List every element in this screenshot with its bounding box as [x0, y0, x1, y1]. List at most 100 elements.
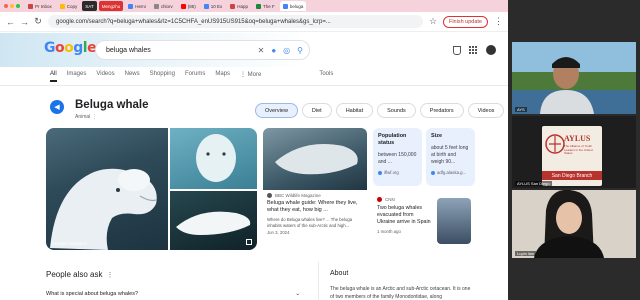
search-icon[interactable]: ⚲ [297, 46, 303, 55]
tab-videos[interactable]: Videos [96, 71, 114, 82]
star-icon[interactable]: ☆ [429, 16, 437, 27]
forward-icon[interactable]: → [20, 17, 29, 27]
more-options-icon[interactable]: ⋮ [106, 272, 113, 279]
browser-tab-active[interactable]: beluga [279, 1, 307, 11]
grid-dot [472, 52, 474, 55]
reload-icon[interactable]: ↻ [34, 16, 42, 27]
browser-tab[interactable]: 10 Ex [201, 1, 226, 11]
chip-sounds[interactable]: Sounds [377, 103, 416, 118]
address-bar-row: ← → ↻ google.com/search?q=beluga+whales&… [0, 12, 508, 32]
participant-video [512, 190, 636, 258]
source-favicon-icon [378, 170, 382, 175]
people-also-ask-heading: People also ask ⋮ [46, 270, 114, 279]
beluga-illustration [50, 168, 157, 250]
cnn-favicon-icon [377, 197, 382, 202]
bbc-snippet: Where do Beluga whales live? ... The bel… [267, 216, 353, 228]
bbc-result-card[interactable]: BBC Wildlife Magazine Beluga whale guide… [263, 128, 367, 250]
back-icon[interactable]: ← [6, 17, 15, 27]
column-divider [318, 262, 319, 300]
population-card[interactable]: Population status between 150,000 and ..… [373, 128, 422, 186]
search-input[interactable]: beluga whales [106, 47, 258, 54]
tab-favicon-icon [128, 3, 134, 9]
tab-all[interactable]: All [50, 71, 57, 82]
minimize-window-icon[interactable] [10, 4, 14, 8]
url-field[interactable]: google.com/search?q=beluga+whales&rlz=1C… [48, 15, 423, 28]
size-card[interactable]: Size about 5 feet long at birth and weig… [426, 128, 475, 186]
tab-favicon-icon [59, 3, 65, 9]
video-call-panel: AYS AYLUS The Alliance of Youth Leaders … [508, 0, 640, 300]
more-options-icon[interactable]: ⋮ [92, 114, 97, 120]
tab-favicon-icon [180, 3, 186, 9]
tab-news[interactable]: News [125, 71, 140, 82]
aylus-title: AYLUS [564, 134, 591, 143]
chip-predators[interactable]: Predators [419, 103, 464, 118]
grid-dot [469, 52, 471, 55]
aylus-subtitle: The Alliance of Youth Leaders in the Uni… [564, 144, 593, 156]
browser-tab[interactable]: Hemi [125, 1, 149, 11]
nav-divider [0, 85, 508, 86]
chip-habitat[interactable]: Habitat [335, 103, 374, 118]
paa-question[interactable]: What is special about beluga whales? ⌄ [46, 291, 300, 297]
participant-tile-3[interactable]: Lupin lian [512, 190, 636, 258]
browser-tab[interactable]: SAT [82, 1, 97, 11]
browser-window: Pr Inbox Copy SAT Mengzhu Hemi chlorv (8… [0, 0, 508, 300]
tab-maps[interactable]: Maps [215, 71, 230, 82]
beluga-image-3[interactable] [170, 191, 257, 250]
search-box[interactable]: beluga whales ✕ ● ◎ ⚲ [95, 40, 310, 60]
zoom-window-icon[interactable] [16, 4, 20, 8]
mic-icon[interactable]: ● [271, 46, 276, 55]
participant-name: AYS [515, 107, 527, 112]
browser-tab[interactable]: Pr Inbox [25, 1, 55, 11]
browser-tab[interactable]: Mengzhu [98, 1, 124, 11]
chip-videos[interactable]: Videos [467, 103, 505, 118]
apps-grid-icon[interactable] [469, 45, 478, 55]
aylus-logo: AYLUS The Alliance of Youth Leaders in t… [542, 126, 602, 186]
grid-dot [475, 48, 477, 51]
tab-forums[interactable]: Forums [185, 71, 205, 82]
account-area [453, 45, 496, 55]
tab-favicon-icon [282, 3, 288, 9]
aylus-branch: San Diego Branch [542, 171, 602, 180]
size-title: Size [431, 133, 443, 139]
browser-tab[interactable]: The F [253, 1, 278, 11]
search-actions: ✕ ● ◎ ⚲ [258, 46, 303, 55]
expand-icon[interactable] [246, 239, 252, 245]
lens-icon[interactable]: ◎ [283, 46, 290, 55]
menu-icon[interactable]: ⋮ [494, 16, 503, 27]
browser-tab[interactable]: Happ [227, 1, 251, 11]
google-logo[interactable]: Google [44, 40, 97, 56]
beluga-image-2[interactable] [170, 128, 257, 189]
participant-tile-2[interactable]: AYLUS The Alliance of Youth Leaders in t… [512, 116, 636, 188]
grid-dot [472, 48, 474, 51]
chip-overview[interactable]: Overview [255, 103, 298, 118]
grid-dot [475, 45, 477, 48]
logo-letter: g [73, 40, 83, 56]
clear-icon[interactable]: ✕ [258, 46, 265, 55]
speaker-icon[interactable]: ◀ [50, 100, 64, 114]
cnn-title[interactable]: Two beluga whales evacuated from Ukraine… [373, 202, 435, 226]
tools-button[interactable]: Tools [319, 71, 333, 82]
finish-update-button[interactable]: Finish update [442, 15, 488, 28]
tab-strip: Pr Inbox Copy SAT Mengzhu Hemi chlorv (8… [0, 0, 508, 12]
browser-tab[interactable]: Copy [57, 1, 81, 11]
tab-images[interactable]: Images [67, 71, 87, 82]
cnn-news-card[interactable]: CNN Two beluga whales evacuated from Ukr… [373, 193, 475, 249]
account-avatar[interactable] [486, 45, 496, 55]
beluga-illustration [176, 211, 251, 235]
chip-diet[interactable]: Diet [301, 103, 332, 118]
tab-more[interactable]: ⋮ More [240, 71, 261, 82]
browser-tab[interactable]: chlorv [151, 1, 176, 11]
window-controls[interactable] [4, 4, 20, 8]
participant-tile-1[interactable]: AYS [512, 42, 636, 114]
bbc-title[interactable]: Beluga whale guide: Where they live, wha… [263, 198, 367, 215]
search-nav-tabs: All Images Videos News Shopping Forums M… [50, 71, 333, 82]
tab-favicon-icon [203, 3, 209, 9]
tab-shopping[interactable]: Shopping [150, 71, 175, 82]
close-window-icon[interactable] [4, 4, 8, 8]
beluga-image-main[interactable]: Georgia Aquarium [46, 128, 168, 250]
logo-letter: G [44, 40, 56, 56]
browser-tab[interactable]: (85) [178, 1, 199, 11]
tab-favicon-icon [28, 3, 33, 9]
grid-dot [475, 52, 477, 55]
labs-icon[interactable] [453, 45, 461, 55]
